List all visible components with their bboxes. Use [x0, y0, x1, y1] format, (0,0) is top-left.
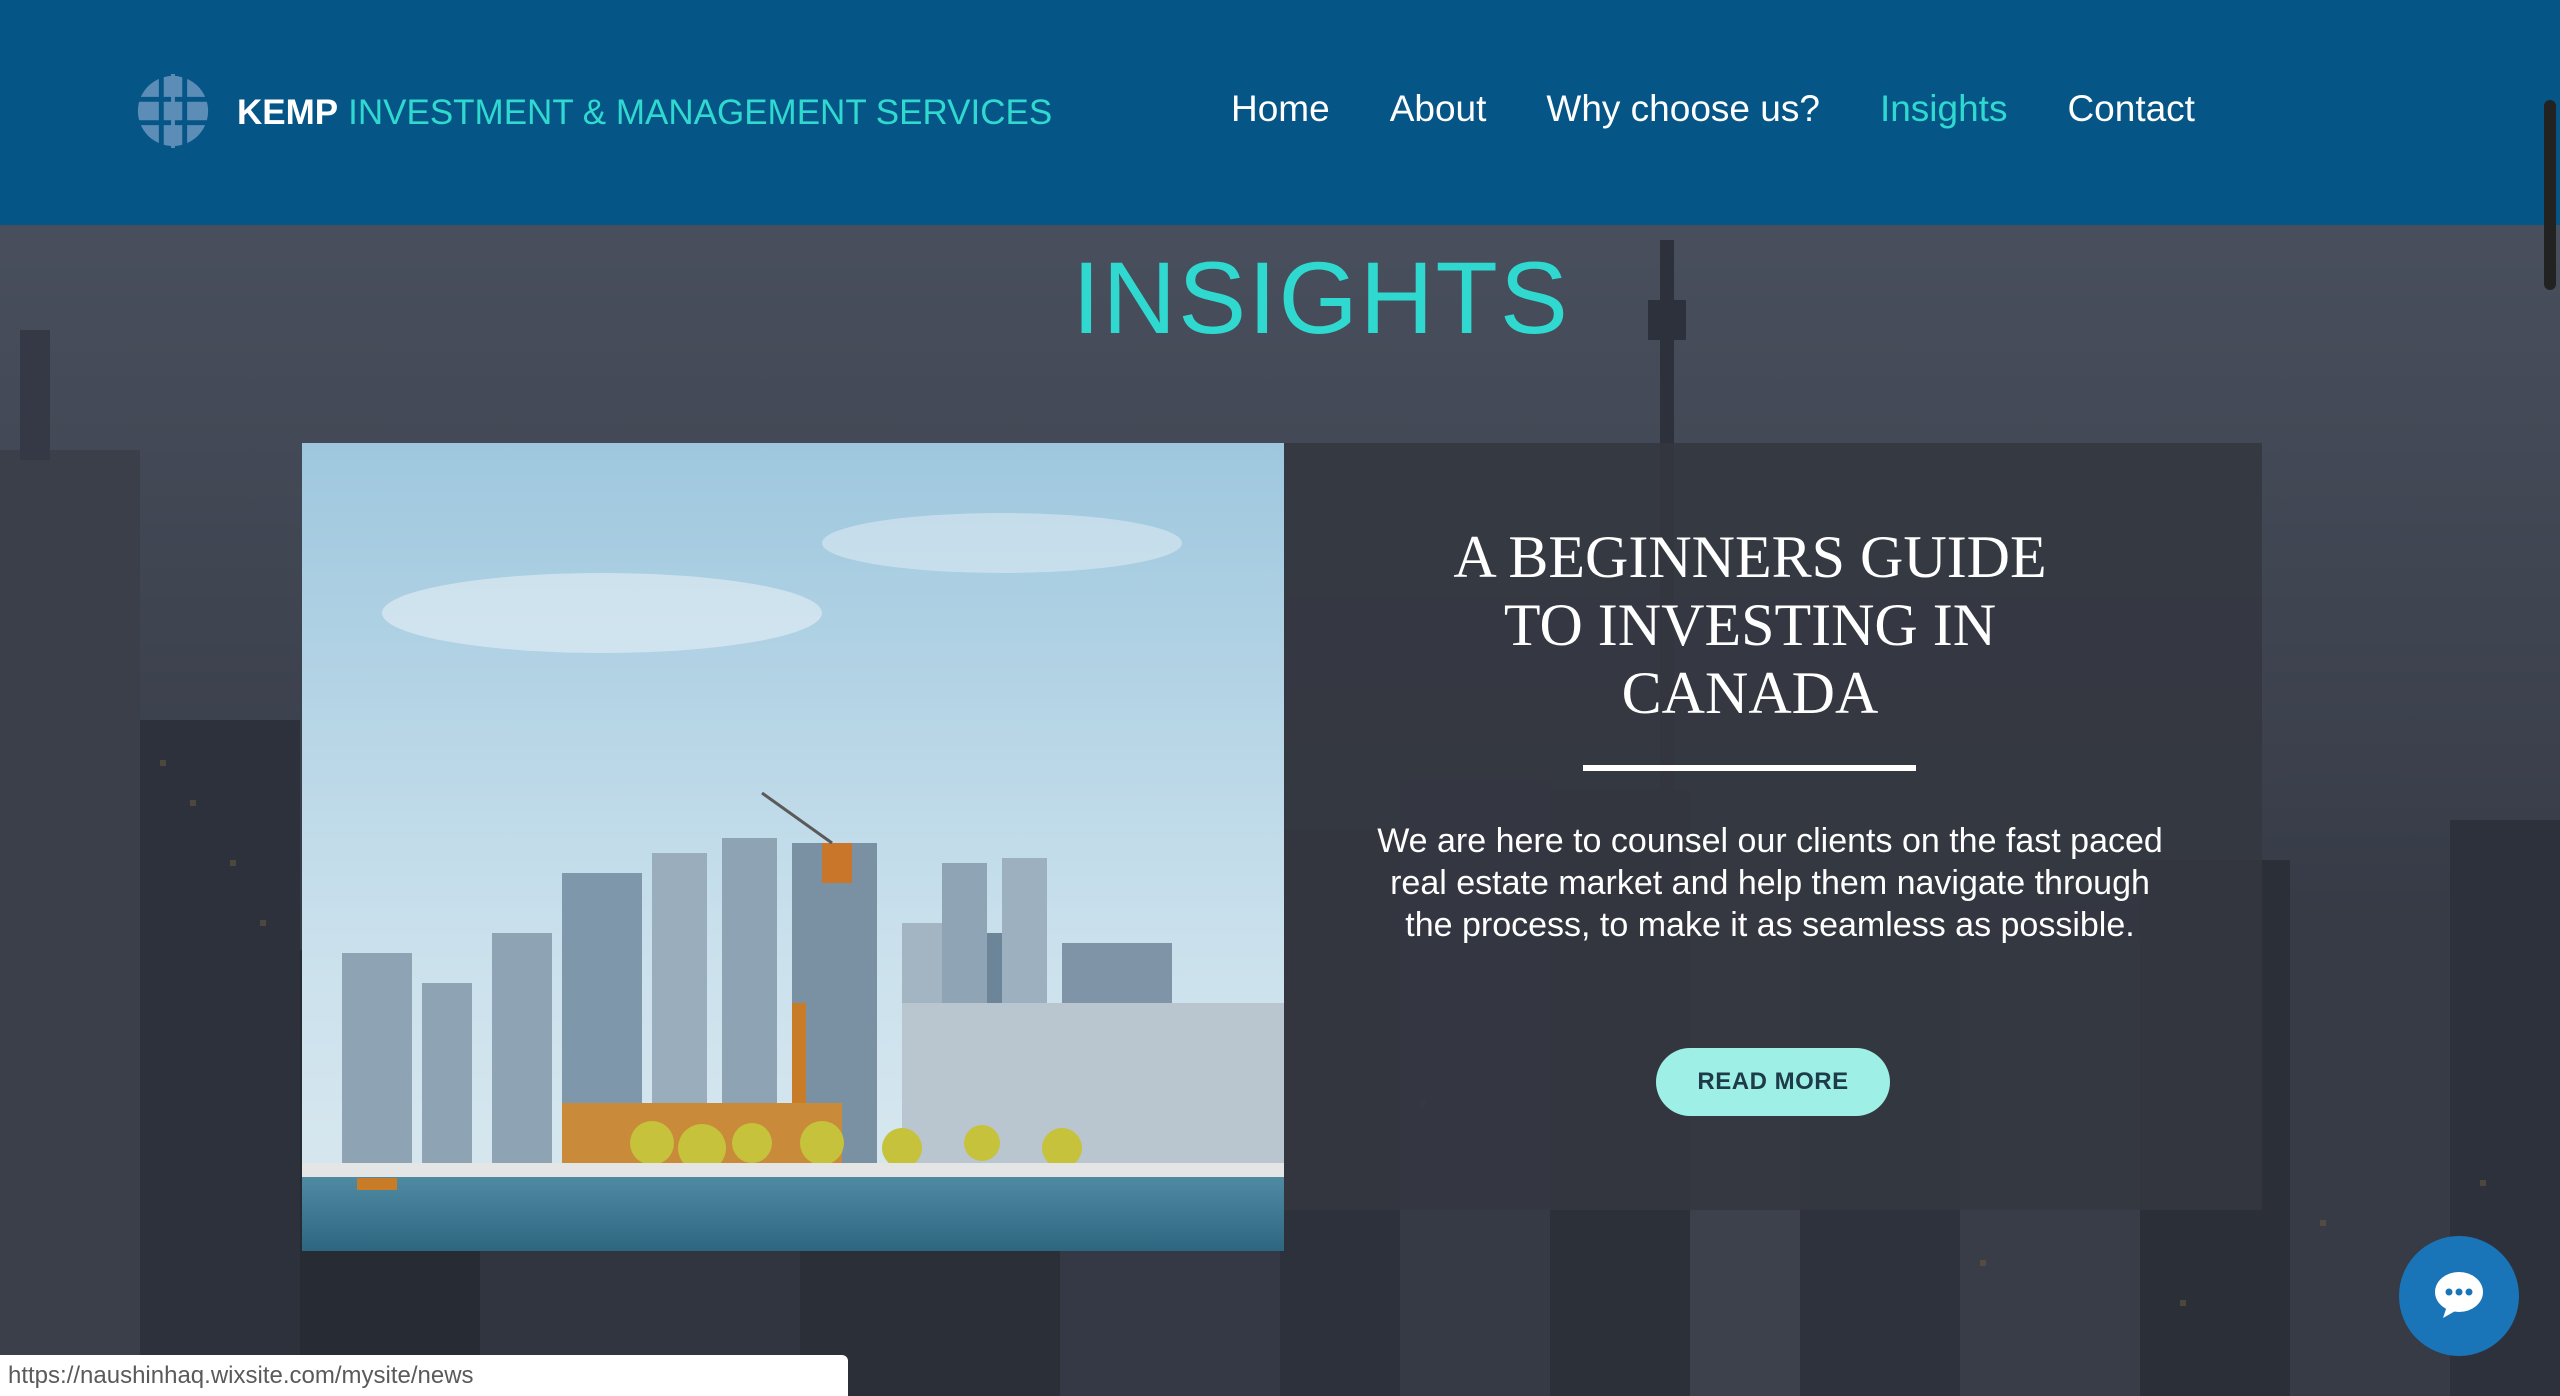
page: KEMP INVESTMENT & MANAGEMENT SERVICES Hom…: [0, 0, 2560, 1396]
chat-bubble-icon: [2435, 1272, 2483, 1318]
article-body: We are here to counsel our clients on th…: [1377, 822, 2163, 944]
nav-item-about[interactable]: About: [1390, 88, 1487, 130]
chat-button[interactable]: [2399, 1236, 2519, 1356]
article-title-line-3: CANADA: [1621, 660, 1879, 726]
title-divider: [1583, 765, 1916, 771]
article-title-line-2: TO INVESTING IN: [1503, 592, 1997, 658]
page-scrollbar[interactable]: [2540, 100, 2560, 1396]
brand-name-rest: INVESTMENT & MANAGEMENT SERVICES: [348, 93, 1053, 132]
globe-logo-icon[interactable]: [134, 72, 212, 150]
nav-item-home[interactable]: Home: [1231, 88, 1330, 130]
nav-item-why-choose-us[interactable]: Why choose us?: [1546, 88, 1820, 130]
nav-item-insights[interactable]: Insights: [1880, 88, 2008, 130]
scrollbar-thumb[interactable]: [2544, 100, 2556, 290]
section-title: INSIGHTS: [1072, 241, 1570, 355]
brand-name[interactable]: KEMP INVESTMENT & MANAGEMENT SERVICES: [237, 93, 1052, 133]
read-more-button[interactable]: READ MORE: [1656, 1048, 1890, 1116]
nav-item-contact[interactable]: Contact: [2067, 88, 2195, 130]
main-nav: Home About Why choose us? Insights Conta…: [1231, 88, 2255, 130]
site-header: KEMP INVESTMENT & MANAGEMENT SERVICES Hom…: [0, 0, 2560, 225]
brand-name-strong: KEMP: [237, 93, 339, 132]
article-title-line-1: A BEGINNERS GUIDE: [1453, 524, 2047, 590]
article-title: A BEGINNERS GUIDE TO INVESTING IN CANADA: [1340, 523, 2160, 727]
link-preview-url: https://naushinhaq.wixsite.com/mysite/ne…: [0, 1355, 848, 1396]
toronto-waterfront-photo: [302, 443, 1284, 1251]
